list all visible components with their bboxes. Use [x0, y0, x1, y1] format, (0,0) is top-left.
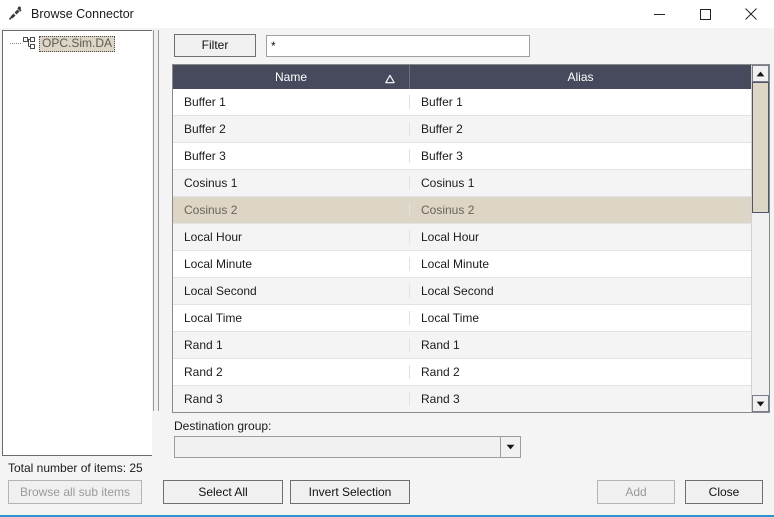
- splitter-grip[interactable]: [153, 30, 159, 411]
- tree-connector-line-icon: [9, 37, 22, 50]
- cell-name: Rand 3: [173, 392, 410, 406]
- connector-tree[interactable]: OPC.Sim.DA: [2, 30, 152, 456]
- browse-all-sub-items-button[interactable]: Browse all sub items: [8, 480, 142, 504]
- items-table-main: Name Alias Buffer 1 Buffer 1 Buffer 2 Buffe…: [173, 65, 751, 412]
- items-pane: Filter Name: [160, 28, 774, 458]
- select-all-button[interactable]: Select All: [163, 480, 283, 504]
- cell-name: Local Minute: [173, 257, 410, 271]
- table-vertical-scrollbar[interactable]: [751, 65, 769, 412]
- scrollbar-thumb[interactable]: [752, 82, 769, 213]
- destination-group-combobox[interactable]: [174, 436, 521, 458]
- table-row[interactable]: Cosinus 1 Cosinus 1: [173, 170, 751, 197]
- cell-name: Rand 1: [173, 338, 410, 352]
- filter-row: Filter: [164, 34, 770, 57]
- chevron-down-icon[interactable]: [500, 437, 520, 457]
- items-table: Name Alias Buffer 1 Buffer 1 Buffer 2 Buffe…: [172, 64, 770, 413]
- cell-alias: Rand 1: [421, 338, 460, 352]
- table-row[interactable]: Rand 1 Rand 1: [173, 332, 751, 359]
- cell-alias: Buffer 3: [421, 149, 463, 163]
- cell-name: Buffer 1: [173, 95, 410, 109]
- scrollbar-track[interactable]: [752, 82, 769, 395]
- cell-name: Local Time: [173, 311, 410, 325]
- cell-alias: Buffer 2: [421, 122, 463, 136]
- table-row[interactable]: Cosinus 2 Cosinus 2: [173, 197, 751, 224]
- tree-node-icon: [22, 36, 37, 51]
- destination-group-block: Destination group:: [164, 413, 770, 458]
- table-row[interactable]: Buffer 2 Buffer 2: [173, 116, 751, 143]
- cell-name: Cosinus 1: [173, 176, 410, 190]
- tree-item-label: OPC.Sim.DA: [39, 35, 116, 52]
- cell-alias: Local Hour: [421, 230, 480, 244]
- table-row[interactable]: Rand 2 Rand 2: [173, 359, 751, 386]
- table-row[interactable]: Local Minute Local Minute: [173, 251, 751, 278]
- scroll-down-icon[interactable]: [752, 395, 769, 412]
- table-row[interactable]: Buffer 3 Buffer 3: [173, 143, 751, 170]
- table-row[interactable]: Local Time Local Time: [173, 305, 751, 332]
- table-row[interactable]: Buffer 1 Buffer 1: [173, 89, 751, 116]
- table-row[interactable]: Rand 3 Rand 3: [173, 386, 751, 412]
- column-header-alias-label: Alias: [567, 70, 594, 84]
- footer-bar: Total number of items: 25 Browse all sub…: [0, 458, 774, 515]
- connector-icon: [6, 5, 24, 23]
- cell-alias: Local Time: [421, 311, 480, 325]
- destination-group-value: [175, 437, 500, 457]
- add-button[interactable]: Add: [597, 480, 675, 504]
- invert-selection-button[interactable]: Invert Selection: [290, 480, 410, 504]
- column-header-name-label: Name: [274, 70, 307, 84]
- browse-connector-window: Browse Connector OPC.Sim.DA Filter * Nam…: [0, 0, 774, 517]
- main-body: OPC.Sim.DA Filter Name: [0, 28, 774, 458]
- cell-name: Buffer 3: [173, 149, 410, 163]
- filter-input[interactable]: [266, 34, 530, 57]
- tree-item-opc-sim-da[interactable]: OPC.Sim.DA: [3, 35, 152, 52]
- maximize-icon[interactable]: [682, 0, 728, 28]
- column-header-alias[interactable]: Alias: [410, 65, 751, 89]
- scroll-up-icon[interactable]: [752, 65, 769, 82]
- cell-alias: Rand 3: [421, 392, 460, 406]
- cell-name: Buffer 2: [173, 122, 410, 136]
- cell-alias: Rand 2: [421, 365, 460, 379]
- cell-name: Local Hour: [173, 230, 410, 244]
- items-table-header: Name Alias: [173, 65, 751, 89]
- cell-alias: Cosinus 2: [421, 203, 475, 217]
- sort-ascending-icon: [385, 73, 395, 84]
- table-row[interactable]: Local Second Local Second: [173, 278, 751, 305]
- title-bar: Browse Connector: [0, 0, 774, 28]
- close-button[interactable]: Close: [685, 480, 763, 504]
- window-title: Browse Connector: [31, 7, 134, 21]
- cell-alias: Buffer 1: [421, 95, 463, 109]
- filter-button[interactable]: Filter: [174, 34, 256, 57]
- cell-alias: Cosinus 1: [421, 176, 475, 190]
- pane-splitter[interactable]: [152, 28, 160, 458]
- items-table-body: Buffer 1 Buffer 1 Buffer 2 Buffer 2 Buffer 3…: [173, 89, 751, 412]
- tree-pane: OPC.Sim.DA: [0, 28, 152, 458]
- total-items-status: Total number of items: 25: [8, 461, 143, 475]
- minimize-icon[interactable]: [636, 0, 682, 28]
- cell-alias: Local Second: [421, 284, 494, 298]
- window-controls: [636, 0, 774, 28]
- column-header-name[interactable]: Name: [173, 65, 410, 89]
- cell-name: Rand 2: [173, 365, 410, 379]
- cell-alias: Local Minute: [421, 257, 490, 271]
- destination-group-label: Destination group:: [174, 419, 272, 433]
- close-icon[interactable]: [728, 0, 774, 28]
- cell-name: Local Second: [173, 284, 410, 298]
- table-row[interactable]: Local Hour Local Hour: [173, 224, 751, 251]
- cell-name: Cosinus 2: [173, 203, 410, 217]
